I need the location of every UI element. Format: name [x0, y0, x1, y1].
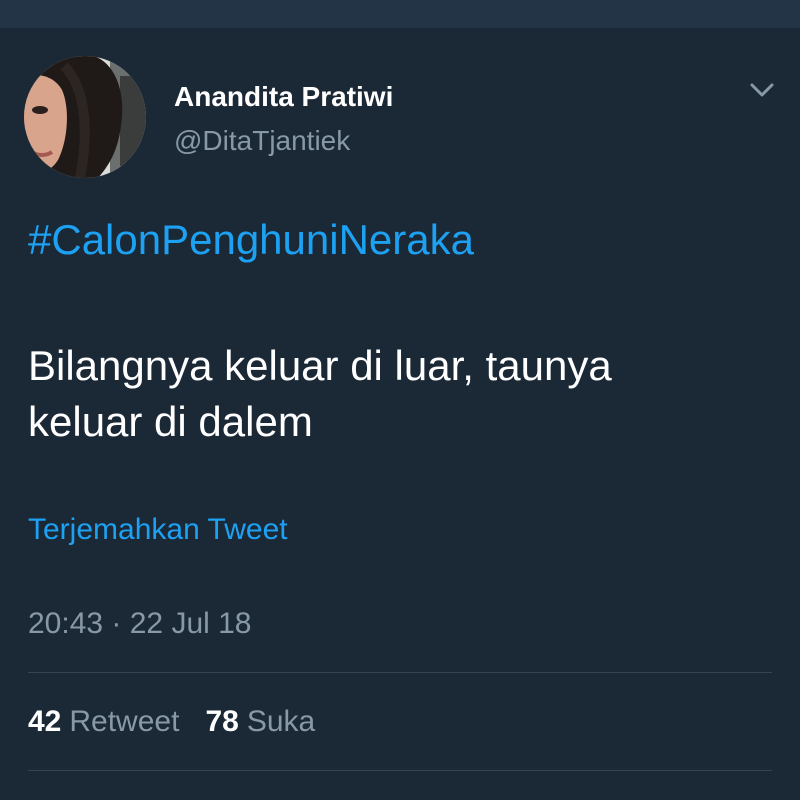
- tweet-body-line: keluar di dalem: [28, 398, 313, 445]
- retweets-label: Retweet: [69, 705, 180, 738]
- retweets-stat[interactable]: 42 Retweet: [28, 704, 179, 740]
- tweet-stats: 42 Retweet 78 Suka: [28, 704, 315, 740]
- tweet-timestamp: 20:43 · 22 Jul 18: [28, 607, 252, 640]
- avatar[interactable]: [24, 56, 146, 178]
- tweet-body-line: Bilangnya keluar di luar, taunya: [28, 342, 612, 389]
- author-display-name[interactable]: Anandita Pratiwi: [174, 80, 393, 114]
- likes-count: 78: [205, 705, 239, 738]
- tweet-detail-screen: Anandita Pratiwi @DitaTjantiek #CalonPen…: [0, 0, 800, 800]
- tweet-body: Bilangnya keluar di luar, taunya keluar …: [28, 338, 768, 450]
- hashtag-link[interactable]: #CalonPenghuniNeraka: [28, 214, 474, 266]
- likes-label: Suka: [246, 705, 316, 738]
- more-menu-button[interactable]: [748, 78, 776, 102]
- author-handle[interactable]: @DitaTjantiek: [174, 124, 350, 158]
- translate-tweet-link[interactable]: Terjemahkan Tweet: [28, 512, 288, 548]
- avatar-photo: [24, 56, 146, 178]
- retweets-count: 42: [28, 705, 62, 738]
- top-bar: [0, 0, 800, 28]
- chevron-down-icon: [750, 83, 774, 97]
- divider: [28, 770, 772, 771]
- likes-stat[interactable]: 78 Suka: [205, 704, 315, 740]
- divider: [28, 672, 772, 673]
